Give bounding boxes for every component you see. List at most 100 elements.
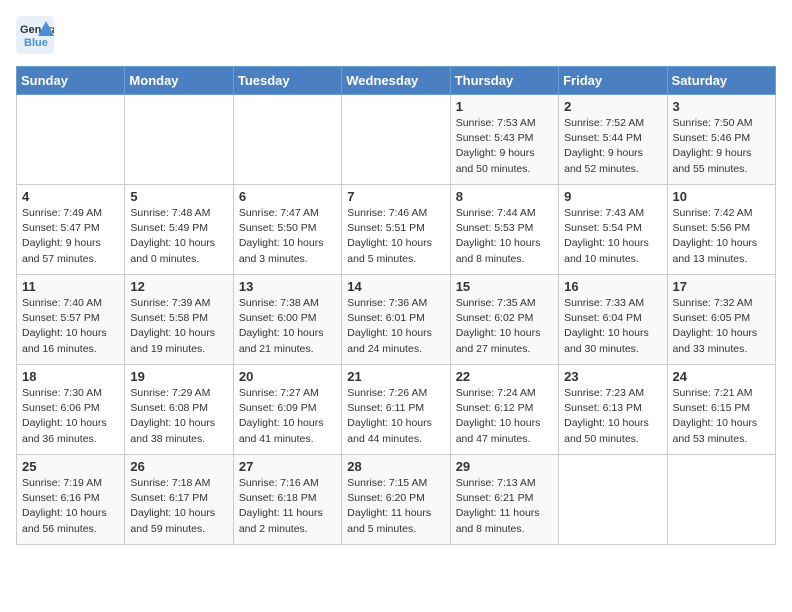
day-number: 16 [564,279,661,294]
header-cell-friday: Friday [559,67,667,95]
day-cell: 29 Sunrise: 7:13 AMSunset: 6:21 PMDayligh… [450,455,558,545]
day-number: 3 [673,99,770,114]
day-number: 23 [564,369,661,384]
day-cell [667,455,775,545]
day-number: 13 [239,279,336,294]
day-number: 9 [564,189,661,204]
day-info: Sunrise: 7:26 AMSunset: 6:11 PMDaylight:… [347,386,444,447]
day-info: Sunrise: 7:36 AMSunset: 6:01 PMDaylight:… [347,296,444,357]
day-info: Sunrise: 7:39 AMSunset: 5:58 PMDaylight:… [130,296,227,357]
day-cell: 5Sunrise: 7:48 AMSunset: 5:49 PMDaylight… [125,185,233,275]
day-cell [559,455,667,545]
day-info: Sunrise: 7:47 AMSunset: 5:50 PMDaylight:… [239,206,336,267]
day-info: Sunrise: 7:46 AMSunset: 5:51 PMDaylight:… [347,206,444,267]
day-cell [233,95,341,185]
day-info: Sunrise: 7:13 AMSunset: 6:21 PMDaylight:… [456,476,553,537]
day-info: Sunrise: 7:18 AMSunset: 6:17 PMDaylight:… [130,476,227,537]
header-cell-sunday: Sunday [17,67,125,95]
day-info: Sunrise: 7:32 AMSunset: 6:05 PMDaylight:… [673,296,770,357]
day-info: Sunrise: 7:21 AMSunset: 6:15 PMDaylight:… [673,386,770,447]
day-cell: 6 Sunrise: 7:47 AMSunset: 5:50 PMDaylight… [233,185,341,275]
day-number: 24 [673,369,770,384]
day-info: Sunrise: 7:53 AMSunset: 5:43 PMDaylight:… [456,116,553,177]
day-info: Sunrise: 7:27 AMSunset: 6:09 PMDaylight:… [239,386,336,447]
day-number: 28 [347,459,444,474]
day-info: Sunrise: 7:48 AMSunset: 5:49 PMDaylight:… [130,206,227,267]
day-number: 25 [22,459,119,474]
day-cell: 23 Sunrise: 7:23 AMSunset: 6:13 PMDayligh… [559,365,667,455]
day-cell: 25 Sunrise: 7:19 AMSunset: 6:16 PMDayligh… [17,455,125,545]
day-cell: 2 Sunrise: 7:52 AMSunset: 5:44 PMDaylight… [559,95,667,185]
day-cell: 11 Sunrise: 7:40 AMSunset: 5:57 PMDayligh… [17,275,125,365]
header-row: SundayMondayTuesdayWednesdayThursdayFrid… [17,67,776,95]
day-cell: 27 Sunrise: 7:16 AMSunset: 6:18 PMDayligh… [233,455,341,545]
day-cell: 19Sunrise: 7:29 AMSunset: 6:08 PMDayligh… [125,365,233,455]
day-cell: 12 Sunrise: 7:39 AMSunset: 5:58 PMDayligh… [125,275,233,365]
header-cell-monday: Monday [125,67,233,95]
day-cell: 28 Sunrise: 7:15 AMSunset: 6:20 PMDayligh… [342,455,450,545]
header: General Blue [16,16,776,54]
calendar-table: SundayMondayTuesdayWednesdayThursdayFrid… [16,66,776,545]
day-info: Sunrise: 7:40 AMSunset: 5:57 PMDaylight:… [22,296,119,357]
day-number: 4 [22,189,119,204]
calendar-header: SundayMondayTuesdayWednesdayThursdayFrid… [17,67,776,95]
day-cell: 4 Sunrise: 7:49 AMSunset: 5:47 PMDaylight… [17,185,125,275]
calendar-body: 1 Sunrise: 7:53 AMSunset: 5:43 PMDaylight… [17,95,776,545]
day-number: 14 [347,279,444,294]
day-info: Sunrise: 7:33 AMSunset: 6:04 PMDaylight:… [564,296,661,357]
day-info: Sunrise: 7:19 AMSunset: 6:16 PMDaylight:… [22,476,119,537]
day-cell: 26Sunrise: 7:18 AMSunset: 6:17 PMDayligh… [125,455,233,545]
day-number: 6 [239,189,336,204]
day-cell: 16 Sunrise: 7:33 AMSunset: 6:04 PMDayligh… [559,275,667,365]
day-info: Sunrise: 7:50 AMSunset: 5:46 PMDaylight:… [673,116,770,177]
day-info: Sunrise: 7:23 AMSunset: 6:13 PMDaylight:… [564,386,661,447]
day-number: 29 [456,459,553,474]
day-number: 15 [456,279,553,294]
day-info: Sunrise: 7:38 AMSunset: 6:00 PMDaylight:… [239,296,336,357]
day-cell: 18Sunrise: 7:30 AMSunset: 6:06 PMDayligh… [17,365,125,455]
day-info: Sunrise: 7:29 AMSunset: 6:08 PMDaylight:… [130,386,227,447]
day-info: Sunrise: 7:16 AMSunset: 6:18 PMDaylight:… [239,476,336,537]
day-cell [17,95,125,185]
day-info: Sunrise: 7:15 AMSunset: 6:20 PMDaylight:… [347,476,444,537]
header-cell-wednesday: Wednesday [342,67,450,95]
header-cell-saturday: Saturday [667,67,775,95]
day-number: 22 [456,369,553,384]
day-cell: 1 Sunrise: 7:53 AMSunset: 5:43 PMDaylight… [450,95,558,185]
logo: General Blue [16,16,54,54]
day-cell: 24 Sunrise: 7:21 AMSunset: 6:15 PMDayligh… [667,365,775,455]
week-row-3: 18Sunrise: 7:30 AMSunset: 6:06 PMDayligh… [17,365,776,455]
day-cell [125,95,233,185]
logo-icon: General Blue [16,16,54,54]
day-cell: 21 Sunrise: 7:26 AMSunset: 6:11 PMDayligh… [342,365,450,455]
week-row-4: 25 Sunrise: 7:19 AMSunset: 6:16 PMDayligh… [17,455,776,545]
day-number: 8 [456,189,553,204]
day-number: 2 [564,99,661,114]
day-cell: 17 Sunrise: 7:32 AMSunset: 6:05 PMDayligh… [667,275,775,365]
day-number: 12 [130,279,227,294]
day-number: 17 [673,279,770,294]
day-number: 18 [22,369,119,384]
day-number: 11 [22,279,119,294]
week-row-1: 4 Sunrise: 7:49 AMSunset: 5:47 PMDaylight… [17,185,776,275]
day-cell: 20Sunrise: 7:27 AMSunset: 6:09 PMDayligh… [233,365,341,455]
day-info: Sunrise: 7:52 AMSunset: 5:44 PMDaylight:… [564,116,661,177]
day-cell: 22 Sunrise: 7:24 AMSunset: 6:12 PMDayligh… [450,365,558,455]
day-cell: 7 Sunrise: 7:46 AMSunset: 5:51 PMDaylight… [342,185,450,275]
day-info: Sunrise: 7:49 AMSunset: 5:47 PMDaylight:… [22,206,119,267]
day-cell: 14 Sunrise: 7:36 AMSunset: 6:01 PMDayligh… [342,275,450,365]
day-number: 21 [347,369,444,384]
day-cell: 15 Sunrise: 7:35 AMSunset: 6:02 PMDayligh… [450,275,558,365]
day-cell: 9Sunrise: 7:43 AMSunset: 5:54 PMDaylight… [559,185,667,275]
day-number: 1 [456,99,553,114]
day-cell: 3 Sunrise: 7:50 AMSunset: 5:46 PMDaylight… [667,95,775,185]
day-number: 27 [239,459,336,474]
day-cell: 8 Sunrise: 7:44 AMSunset: 5:53 PMDaylight… [450,185,558,275]
day-cell [342,95,450,185]
day-info: Sunrise: 7:44 AMSunset: 5:53 PMDaylight:… [456,206,553,267]
day-info: Sunrise: 7:35 AMSunset: 6:02 PMDaylight:… [456,296,553,357]
day-number: 7 [347,189,444,204]
day-number: 10 [673,189,770,204]
day-info: Sunrise: 7:24 AMSunset: 6:12 PMDaylight:… [456,386,553,447]
svg-text:Blue: Blue [24,37,48,49]
